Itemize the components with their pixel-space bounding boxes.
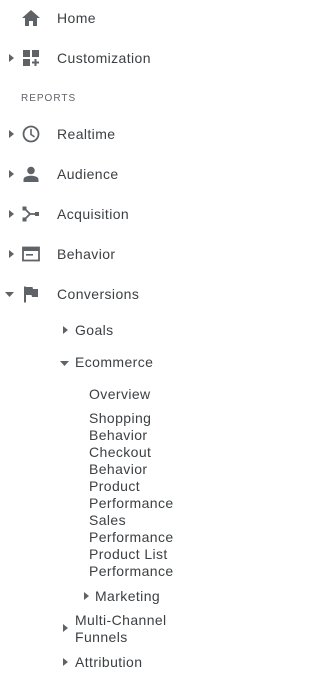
- nav-item-label: Customization: [57, 50, 151, 66]
- caret-right-icon: [61, 624, 69, 632]
- flag-icon: [21, 284, 41, 304]
- caret-right-icon: [82, 592, 90, 600]
- home-icon: [21, 8, 41, 28]
- caret-right-icon: [7, 170, 15, 178]
- nav-subitem-label: Multi-Channel Funnels: [75, 612, 167, 645]
- nav-link-checkout-behavior[interactable]: Checkout Behavior: [89, 444, 209, 478]
- nav-item-realtime[interactable]: Realtime: [0, 124, 265, 144]
- nav-subitem-label: Marketing: [95, 588, 161, 604]
- person-icon: [21, 164, 41, 184]
- nav-link-product-list-performance[interactable]: Product List Performance: [89, 546, 209, 580]
- nav-item-conversions[interactable]: Conversions: [0, 284, 265, 304]
- caret-right-icon: [7, 250, 15, 258]
- nav-item-home[interactable]: Home: [0, 8, 265, 28]
- browser-window-icon: [21, 244, 41, 264]
- caret-right-icon: [61, 658, 69, 666]
- caret-right-icon: [7, 210, 15, 218]
- nav-link-shopping-behavior[interactable]: Shopping Behavior: [89, 410, 209, 444]
- nav-subitem-goals[interactable]: Goals: [0, 321, 265, 341]
- caret-down-icon: [5, 290, 14, 298]
- nav-subitem-label: Ecommerce: [75, 354, 154, 370]
- caret-right-icon: [7, 130, 15, 138]
- nav-link-sales-performance[interactable]: Sales Performance: [89, 512, 209, 546]
- nav-subitem-attribution[interactable]: Attribution: [0, 653, 265, 673]
- nav-item-label: Acquisition: [57, 206, 130, 222]
- nav-item-acquisition[interactable]: Acquisition: [0, 204, 265, 224]
- nav-item-customization[interactable]: Customization: [0, 48, 265, 68]
- nav-item-label: Audience: [57, 166, 119, 182]
- sidebar-nav: Home Customization REPORTS Realtime Audi…: [0, 0, 265, 694]
- nav-subitem-label: Attribution: [75, 654, 143, 670]
- nav-subitem-label: Goals: [75, 322, 114, 338]
- nav-item-label: Realtime: [57, 126, 116, 142]
- caret-right-icon: [7, 54, 15, 62]
- clock-icon: [21, 124, 41, 144]
- dashboard-plus-icon: [21, 48, 41, 68]
- nav-item-label: Conversions: [57, 286, 140, 302]
- nav-item-label: Behavior: [57, 246, 116, 262]
- nav-subitem-multi-channel-funnels[interactable]: Multi-Channel Funnels: [0, 612, 265, 646]
- caret-down-icon: [60, 359, 69, 367]
- nav-subitem-marketing[interactable]: Marketing: [0, 587, 265, 607]
- branch-icon: [21, 204, 41, 224]
- nav-item-audience[interactable]: Audience: [0, 164, 265, 184]
- nav-link-product-performance[interactable]: Product Performance: [89, 478, 209, 512]
- nav-item-behavior[interactable]: Behavior: [0, 244, 265, 264]
- nav-subitem-ecommerce[interactable]: Ecommerce: [0, 353, 265, 373]
- nav-item-label: Home: [57, 10, 96, 26]
- nav-link-overview[interactable]: Overview: [89, 386, 151, 403]
- caret-right-icon: [61, 326, 69, 334]
- section-heading-reports: REPORTS: [21, 93, 77, 104]
